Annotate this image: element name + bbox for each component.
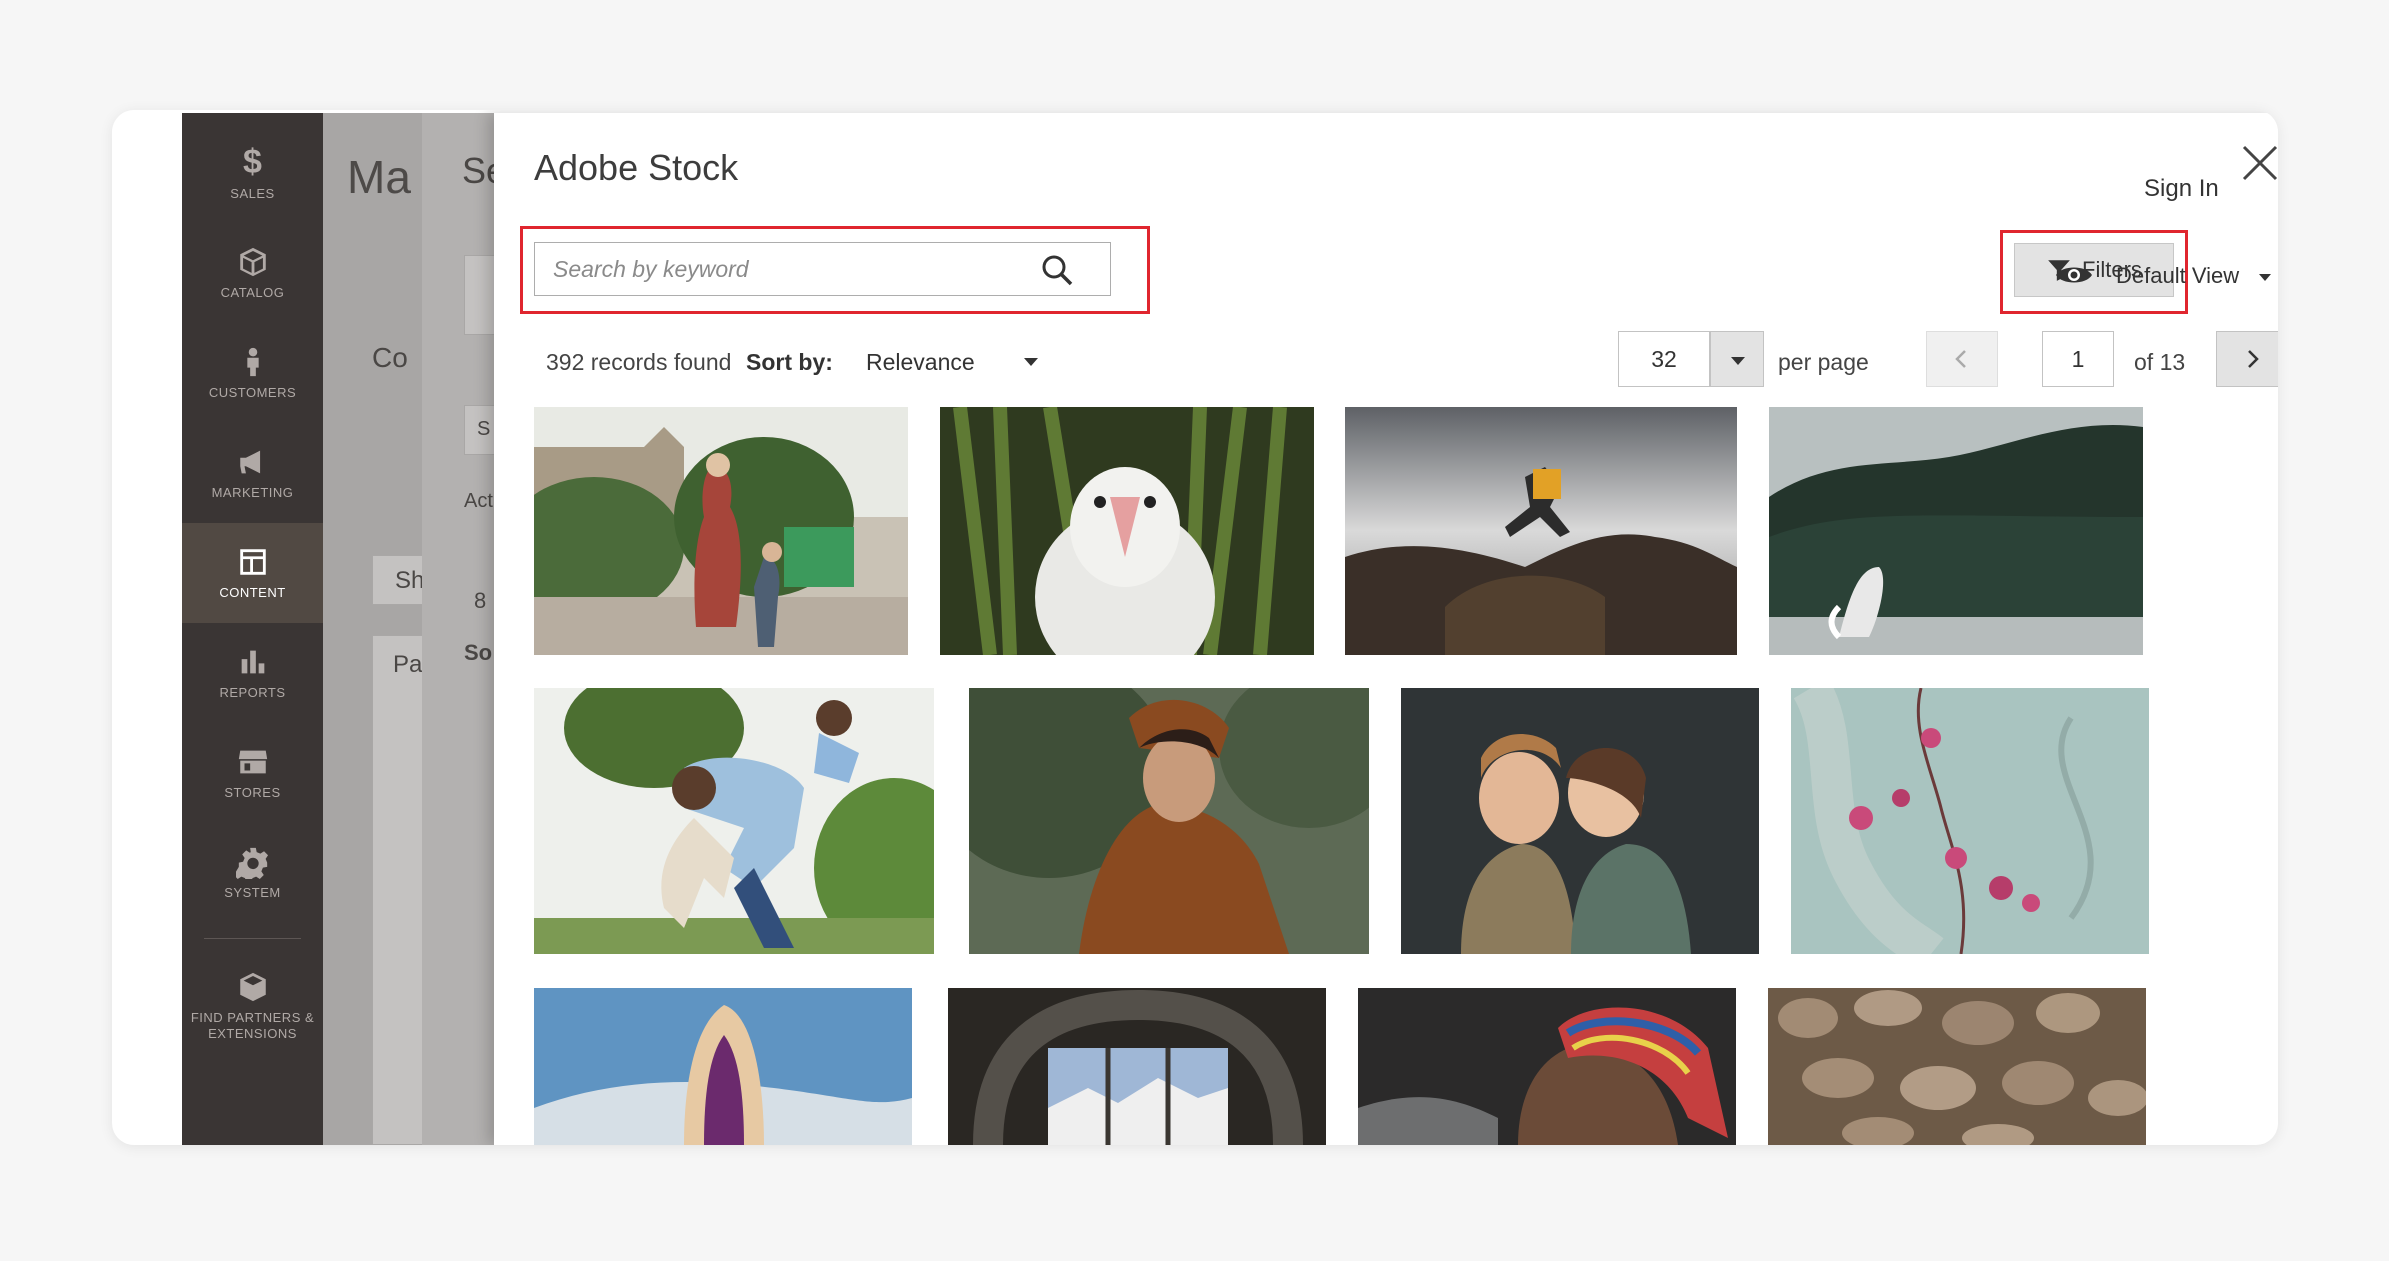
total-pages-label: of 13: [2134, 349, 2186, 375]
sidebar-divider: [204, 938, 301, 939]
search-icon[interactable]: [1040, 253, 1074, 287]
stock-image-thumbnail[interactable]: [534, 688, 934, 954]
stock-image-thumbnail[interactable]: [534, 407, 908, 655]
sidebar-item-label: SALES: [230, 186, 275, 201]
sort-select[interactable]: Relevance: [866, 349, 975, 376]
cube-icon: [239, 247, 266, 277]
megaphone-icon: [239, 450, 260, 474]
stock-image-thumbnail[interactable]: [940, 407, 1314, 655]
sign-in-link[interactable]: Sign In: [2144, 175, 2219, 203]
sidebar-item-stores[interactable]: STORES: [182, 723, 323, 823]
chevron-down-icon: [2259, 273, 2272, 281]
modal-title: Adobe Stock: [534, 147, 739, 188]
sidebar-item-sales[interactable]: $ SALES: [182, 123, 323, 223]
stock-image-thumbnail[interactable]: [1345, 407, 1737, 655]
storefront-icon: [238, 750, 267, 774]
sort-by-label: Sort by:: [746, 349, 833, 375]
stock-image-thumbnail[interactable]: [1358, 988, 1736, 1145]
chevron-left-icon: [1955, 350, 1966, 368]
sidebar-item-label: CATALOG: [220, 285, 285, 300]
sidebar-item-customers[interactable]: CUSTOMERS: [182, 323, 323, 423]
app-window: $ SALES CATALOG CUSTOMERS MARKETING CONT…: [112, 110, 2278, 1145]
stock-image-thumbnail[interactable]: [534, 988, 912, 1145]
stock-image-thumbnail[interactable]: [1791, 688, 2149, 954]
sidebar-item-content[interactable]: CONTENT: [182, 523, 323, 623]
stock-image-thumbnail[interactable]: [1768, 988, 2146, 1145]
action-label: Act: [464, 490, 493, 512]
stock-image-thumbnail[interactable]: [1769, 407, 2143, 655]
page-title: Ma: [347, 151, 411, 203]
sidebar-item-find-partners[interactable]: FIND PARTNERS & EXTENSIONS: [182, 948, 323, 1063]
sidebar-item-marketing[interactable]: MARKETING: [182, 423, 323, 523]
default-view-label: Default View: [2116, 263, 2240, 288]
box-icon: [239, 972, 266, 1001]
chevron-down-icon[interactable]: [1024, 358, 1038, 366]
sidebar-item-reports[interactable]: REPORTS: [182, 623, 323, 723]
sidebar-item-label: CUSTOMERS: [208, 385, 297, 400]
previous-page-button[interactable]: [1926, 331, 1998, 387]
search-box: [534, 242, 1111, 296]
sidebar-item-label: REPORTS: [219, 685, 286, 700]
stock-image-thumbnail[interactable]: [969, 688, 1369, 954]
stock-image-thumbnail[interactable]: [948, 988, 1326, 1145]
sidebar-item-label: SYSTEM: [224, 885, 281, 900]
next-page-button[interactable]: [2216, 331, 2278, 387]
per-page-label: per page: [1778, 349, 1869, 375]
record-count: 8: [474, 588, 487, 613]
sort-label: So: [464, 640, 493, 665]
admin-sidebar: $ SALES CATALOG CUSTOMERS MARKETING CONT…: [182, 113, 323, 1145]
sidebar-item-label: FIND PARTNERS & EXTENSIONS: [190, 1009, 315, 1041]
close-icon[interactable]: [2240, 143, 2278, 183]
per-page-select[interactable]: 32: [1618, 331, 1710, 387]
dollar-icon: $: [243, 143, 262, 181]
default-view-dropdown[interactable]: Default View: [2116, 263, 2272, 289]
sidebar-item-system[interactable]: SYSTEM: [182, 823, 323, 923]
bar-chart-icon: [241, 650, 264, 674]
gear-icon: [235, 847, 268, 879]
stock-image-thumbnail[interactable]: [1401, 688, 1759, 954]
eye-icon[interactable]: [2054, 261, 2094, 289]
content-label: Co: [372, 342, 408, 373]
sidebar-item-label: STORES: [224, 785, 281, 800]
sidebar-item-catalog[interactable]: CATALOG: [182, 223, 323, 323]
page-number-input[interactable]: 1: [2042, 331, 2114, 387]
adobe-stock-modal: Adobe Stock Sign In Filters Default View: [494, 113, 2278, 1145]
sidebar-item-label: MARKETING: [211, 485, 294, 500]
chevron-right-icon: [2248, 350, 2259, 368]
records-found: 392 records found: [546, 349, 732, 375]
per-page-toggle[interactable]: [1710, 331, 1764, 387]
person-icon: [246, 347, 259, 377]
layout-icon: [239, 549, 266, 575]
search-input[interactable]: [535, 243, 1035, 295]
sidebar-item-label: CONTENT: [219, 585, 286, 600]
